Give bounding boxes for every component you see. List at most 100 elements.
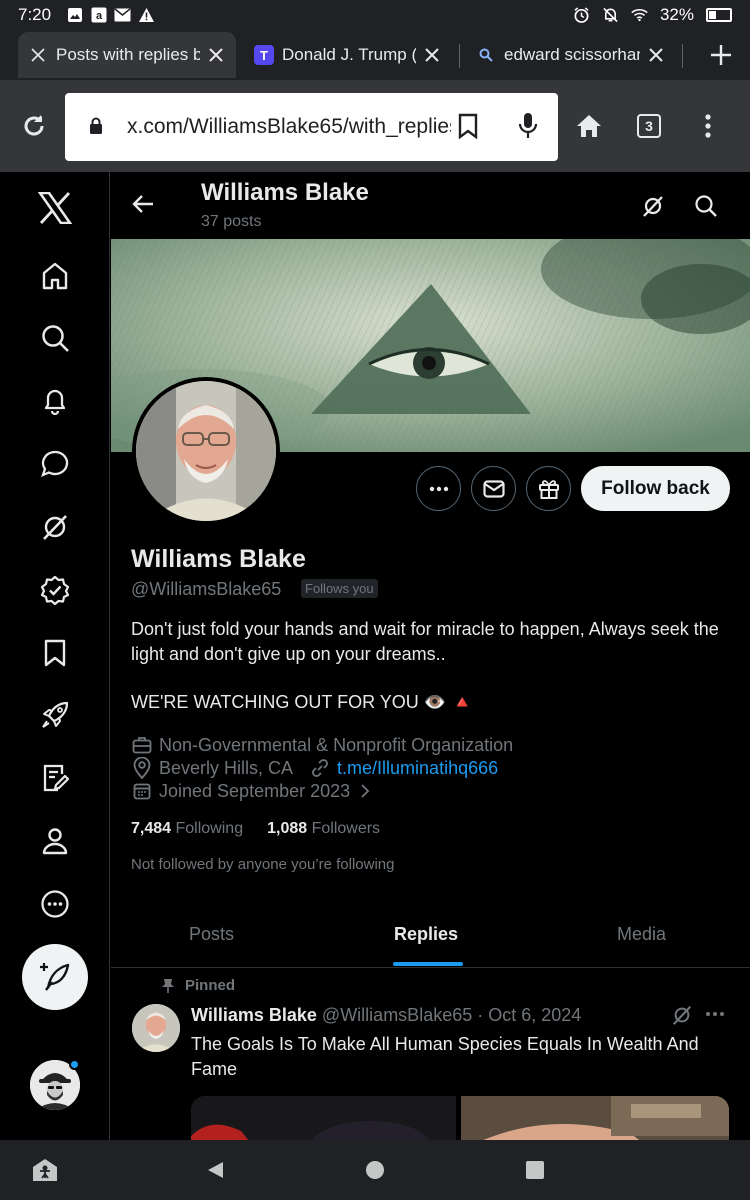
- profile-bio: Don't just fold your hands and wait for …: [131, 619, 719, 664]
- status-time: 7:20: [18, 5, 52, 24]
- profile-header-bar: Williams Blake 37 posts: [111, 172, 750, 238]
- tab-posts[interactable]: Posts: [189, 924, 234, 945]
- notifications-bell-icon[interactable]: [33, 379, 77, 423]
- tab-title: Donald J. Trump (@: [282, 45, 416, 64]
- x-side-navigation: [0, 172, 110, 1140]
- close-tab-icon[interactable]: [422, 45, 442, 65]
- x-logo-icon[interactable]: [33, 186, 77, 230]
- search-icon: [695, 195, 717, 217]
- recents-nav-button[interactable]: [520, 1155, 550, 1185]
- arrow-left-icon: [132, 195, 153, 213]
- back-triangle-icon: [208, 1162, 223, 1178]
- write-article-icon[interactable]: [33, 756, 77, 800]
- grok-button[interactable]: [633, 186, 673, 226]
- do-not-disturb-icon: [602, 7, 619, 24]
- new-tab-button[interactable]: [706, 40, 736, 70]
- reload-button[interactable]: [12, 104, 56, 148]
- reload-icon: [24, 115, 44, 136]
- x-favicon-icon: [28, 45, 48, 65]
- follow-back-button[interactable]: Follow back: [581, 466, 730, 511]
- more-actions-button[interactable]: [416, 466, 461, 511]
- post-author-name[interactable]: Williams Blake: [191, 1005, 317, 1025]
- compose-post-button[interactable]: [22, 944, 88, 1010]
- tab-media[interactable]: Media: [617, 924, 666, 945]
- browser-tab-2[interactable]: T Donald J. Trump (@: [244, 32, 452, 78]
- home-nav-button[interactable]: [360, 1155, 390, 1185]
- chevron-right-icon: [354, 780, 376, 802]
- home-nav-icon[interactable]: [33, 254, 77, 298]
- browser-tab-1[interactable]: Posts with replies b: [18, 32, 236, 78]
- home-circle-icon: [366, 1161, 384, 1179]
- back-button[interactable]: [123, 184, 163, 224]
- grok-icon[interactable]: [33, 505, 77, 549]
- microphone-icon[interactable]: [517, 111, 539, 146]
- pinned-label: Pinned: [161, 977, 235, 994]
- calendar-icon: [131, 780, 153, 802]
- post-more-icon[interactable]: [705, 1004, 725, 1029]
- back-nav-button[interactable]: [200, 1155, 230, 1185]
- wifi-icon: [631, 7, 648, 24]
- profile-joined-row[interactable]: Joined September 2023: [131, 780, 382, 802]
- address-bar[interactable]: x.com/WilliamsBlake65/with_replies: [65, 93, 558, 161]
- battery-icon: [706, 8, 732, 22]
- lock-icon: [89, 117, 103, 140]
- search-favicon-icon: [476, 45, 496, 65]
- bookmarks-icon[interactable]: [33, 631, 77, 675]
- post-author-avatar[interactable]: [132, 1004, 180, 1052]
- more-options-icon[interactable]: [33, 882, 77, 926]
- tab-replies[interactable]: Replies: [394, 924, 458, 945]
- profile-handle: @WilliamsBlake65: [131, 579, 282, 599]
- grok-icon: [643, 196, 663, 217]
- tab-switcher-button[interactable]: 3: [627, 104, 671, 148]
- profile-location-row: Beverly Hills, CA t.me/Illuminatihq666: [131, 757, 498, 779]
- plus-icon: [711, 45, 731, 65]
- home-button[interactable]: [567, 104, 611, 148]
- post-media-image-2[interactable]: [461, 1096, 729, 1140]
- messages-icon[interactable]: [33, 442, 77, 486]
- browser-tab-3[interactable]: edward scissorhan: [466, 32, 676, 78]
- accessibility-icon[interactable]: [30, 1155, 60, 1185]
- system-navigation-bar: [0, 1140, 750, 1200]
- post-text: The Goals Is To Make All Human Species E…: [191, 1034, 699, 1079]
- header-post-count: 37 posts: [201, 213, 262, 230]
- compose-feather-icon: [40, 963, 70, 991]
- pin-icon: [162, 978, 174, 993]
- following-stat[interactable]: 7,484 Following: [131, 820, 243, 838]
- verified-icon[interactable]: [33, 568, 77, 612]
- search-profile-button[interactable]: [686, 186, 726, 226]
- ellipsis-icon: [429, 486, 448, 491]
- search-nav-icon[interactable]: [33, 316, 77, 360]
- profile-page: Williams Blake 37 posts Follow back Will…: [111, 172, 750, 1140]
- profile-location: Beverly Hills, CA: [159, 757, 294, 778]
- kebab-menu-icon: [705, 114, 711, 138]
- svg-text:a: a: [95, 10, 102, 22]
- post-handle-date: @WilliamsBlake65 · Oct 6, 2024: [321, 1005, 582, 1025]
- rocket-icon[interactable]: [33, 693, 77, 737]
- profile-tabs: Posts Replies Media: [111, 908, 750, 968]
- followers-stat[interactable]: 1,088 Followers: [267, 820, 380, 838]
- url-text: x.com/WilliamsBlake65/with_replies: [127, 115, 451, 138]
- briefcase-icon: [131, 734, 153, 756]
- post-media-image-1[interactable]: [191, 1096, 456, 1140]
- battery-percent: 32%: [659, 5, 694, 24]
- profile-category-row: Non-Governmental & Nonprofit Organizatio…: [131, 734, 513, 756]
- status-bar: 7:20 a 32%: [0, 0, 750, 30]
- bookmark-page-icon[interactable]: [457, 113, 479, 144]
- message-button[interactable]: [471, 466, 516, 511]
- profile-stats: 7,484 Following 1,088 Followers: [131, 820, 380, 838]
- notification-dot: [69, 1059, 80, 1070]
- envelope-icon: [482, 479, 505, 498]
- home-icon: [577, 115, 601, 137]
- profile-avatar[interactable]: [132, 377, 280, 525]
- close-tab-icon[interactable]: [646, 45, 666, 65]
- profile-website-link[interactable]: t.me/Illuminatihq666: [337, 758, 498, 779]
- browser-menu-button[interactable]: [686, 104, 730, 148]
- browser-tab-strip: Posts with replies b T Donald J. Trump (…: [0, 30, 750, 80]
- gift-button[interactable]: [526, 466, 571, 511]
- post-grok-icon[interactable]: [671, 1004, 693, 1031]
- close-tab-icon[interactable]: [206, 45, 226, 65]
- link-icon: [309, 757, 331, 779]
- tab-title: Posts with replies b: [56, 45, 200, 64]
- profile-icon[interactable]: [33, 819, 77, 863]
- profile-category: Non-Governmental & Nonprofit Organizatio…: [159, 734, 514, 755]
